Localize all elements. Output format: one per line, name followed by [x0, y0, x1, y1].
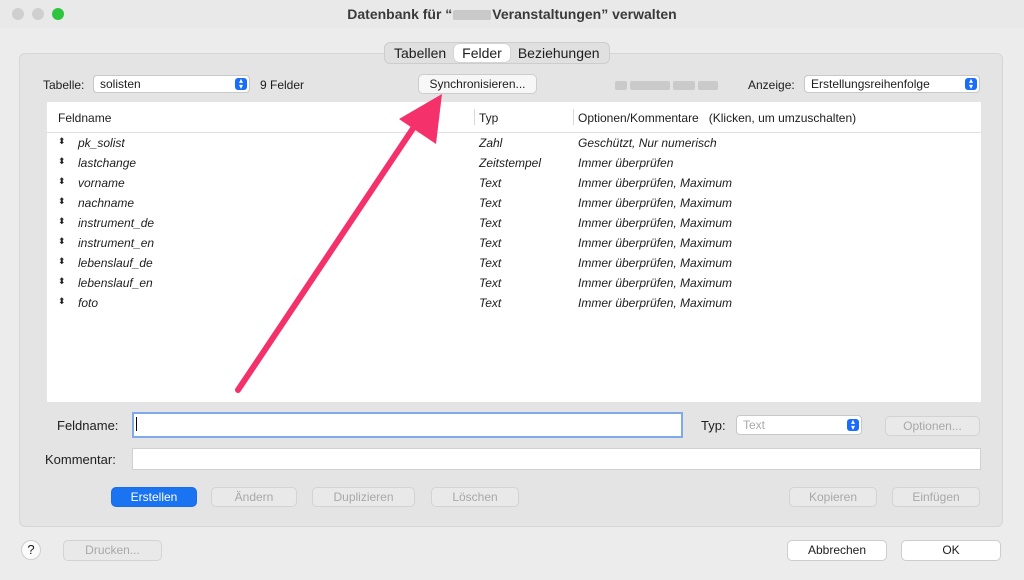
annotation-arrow: [235, 94, 442, 393]
annotation-arrow-shaft: [235, 115, 423, 393]
